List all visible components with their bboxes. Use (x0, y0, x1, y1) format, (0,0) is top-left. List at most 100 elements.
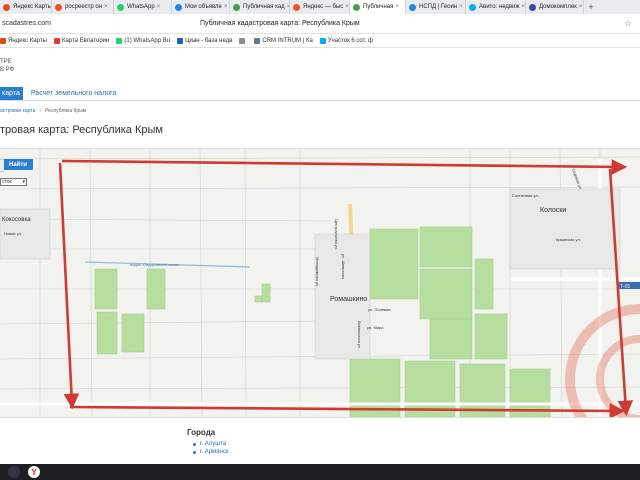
bookmark-label: Участок 6 сот. ф (327, 37, 373, 44)
tab-favicon-icon (175, 3, 182, 11)
nav-item-land-tax[interactable]: Расчет земельного налога (31, 90, 117, 97)
tab-label: Домокомплек (539, 4, 577, 10)
tab-label: Авито: недвиж (479, 4, 520, 10)
bookmark-favicon-icon (239, 37, 246, 44)
bookmark-label: (1) WhatsApp Bu (124, 37, 171, 44)
bookmark-favicon-icon (116, 37, 123, 44)
tab-close-icon[interactable]: × (104, 4, 108, 10)
bookmark-item[interactable]: (1) WhatsApp Bu (116, 37, 171, 44)
map-layer-select-value: сток (2, 179, 12, 185)
url-text[interactable]: scadastres.com (0, 20, 140, 27)
tab-close-icon[interactable]: × (224, 4, 228, 10)
road-number-text: Т-01 (620, 284, 631, 290)
bookmark-item[interactable] (239, 37, 247, 44)
label-street-center: Центральная ул. (334, 219, 339, 250)
site-nav: карта Расчет земельного налога (0, 86, 116, 100)
yandex-browser-icon[interactable]: Y (28, 466, 40, 478)
tab-label: НСПД | Геоин (419, 4, 458, 10)
bookmark-favicon-icon (53, 37, 60, 44)
address-bar[interactable]: scadastres.com Публичная кадастровая кар… (0, 14, 640, 34)
browser-tab[interactable]: НСПД | Геоин × (406, 0, 466, 14)
browser-tab[interactable]: Яндекс — быс × (290, 0, 350, 14)
map-canvas[interactable]: Кокосовка Ромашкино Колоски водох. Сидор… (0, 149, 640, 418)
tab-close-icon[interactable]: × (579, 4, 583, 10)
bookmark-label: Карта Евпатории (61, 37, 110, 44)
bookmark-item[interactable]: Циан - база недв (177, 37, 232, 44)
city-link[interactable]: г. Алушта (193, 440, 228, 448)
label-street-shevchenko: ул. Шевченко (341, 254, 346, 280)
bookmark-item[interactable]: CRM INTRUM | Ка (254, 37, 313, 44)
bullet-icon (193, 450, 196, 454)
cadastral-map[interactable]: Кокосовка Ромашкино Колоски водох. Сидор… (0, 148, 640, 418)
tab-close-icon[interactable]: × (395, 4, 399, 10)
find-button[interactable]: Найти (0, 159, 33, 172)
arrow-left (58, 162, 80, 410)
bookmark-item[interactable]: Карта Евпатории (53, 37, 110, 44)
tab-favicon-icon (469, 3, 476, 11)
label-street-novaya: Новая ул. (4, 231, 22, 236)
tab-close-icon[interactable]: × (521, 4, 525, 10)
cities-heading: Города (187, 428, 216, 437)
nav-divider (0, 100, 640, 101)
label-reservoir: водох. Сидоровский канал (130, 262, 180, 267)
city-link-label[interactable]: г. Алушта (200, 440, 226, 448)
browser-tab[interactable]: Авито: недвиж × (466, 0, 526, 14)
breadcrumb-item-region: Республика Крым (45, 108, 87, 114)
village-blocks (0, 188, 621, 360)
tab-label: росреестр он (65, 4, 103, 10)
arrow-top (61, 159, 628, 175)
label-street-solnechnaya: Солнечная ул. (512, 193, 539, 198)
bookmark-label: Яндекс Карты (8, 37, 47, 44)
breadcrumb-item-map[interactable]: астровая карта (0, 108, 35, 114)
tab-label: Яндекс Карты (13, 4, 52, 10)
browser-tab[interactable]: Мои объявле × (172, 0, 230, 14)
label-village-right: Колоски (540, 207, 566, 214)
bookmarks-bar: Яндекс Карты Карта Евпатории (1) WhatsApp … (0, 34, 640, 48)
breadcrumb-separator: › (39, 108, 42, 114)
breadcrumb: астровая карта › Республика Крым (0, 108, 86, 114)
nav-item-map[interactable]: карта (0, 86, 23, 100)
tab-close-icon[interactable]: × (459, 4, 463, 10)
taskbar-app-icon[interactable] (8, 466, 20, 478)
browser-tab[interactable]: росреестр он × (52, 0, 114, 14)
city-link[interactable]: г. Армянск (193, 448, 228, 456)
label-street-krymskaya: Крымская ул. (556, 237, 581, 242)
map-layer-select[interactable]: сток ▾ (0, 178, 27, 186)
label-village-center: Ромашкино (330, 296, 367, 303)
browser-tab-bar: Яндекс Карты×росреестр он×WhatsApp×Мои о… (0, 0, 640, 14)
bookmark-star-icon[interactable]: ☆ (624, 18, 632, 29)
new-tab-button[interactable]: + (584, 0, 598, 14)
tab-favicon-icon (233, 3, 240, 11)
tab-close-icon[interactable]: × (345, 4, 349, 10)
bookmark-item[interactable]: Яндекс Карты (0, 37, 47, 44)
tab-favicon-icon (3, 3, 10, 11)
bookmark-label: CRM INTRUM | Ка (262, 37, 313, 44)
bookmark-favicon-icon (0, 37, 6, 44)
bookmark-item[interactable]: Участок 6 сот. ф (319, 37, 373, 44)
browser-tab[interactable]: Публичная × (350, 0, 406, 14)
chevron-down-icon: ▾ (22, 179, 25, 185)
tab-favicon-icon (353, 3, 360, 11)
browser-tab[interactable]: Публичная кад × (230, 0, 290, 14)
tab-favicon-icon (409, 3, 416, 11)
cities-section: Города г. Алушта г. Армянск (187, 428, 228, 456)
browser-tab[interactable]: Домокомплек × (526, 0, 584, 14)
tab-label: Публичная (363, 4, 394, 10)
browser-tab[interactable]: WhatsApp × (114, 0, 172, 14)
cities-list: г. Алушта г. Армянск (187, 440, 228, 456)
tab-close-icon[interactable]: × (157, 4, 161, 10)
bookmark-favicon-icon (254, 37, 261, 44)
tab-favicon-icon (55, 3, 62, 11)
watermark-logo (565, 304, 640, 417)
tab-favicon-icon (117, 3, 124, 11)
tab-label: Публичная кад (243, 4, 285, 10)
city-link-label[interactable]: г. Армянск (200, 448, 228, 456)
browser-tab[interactable]: Яндекс Карты× (0, 0, 52, 14)
bookmark-favicon-icon (319, 37, 326, 44)
web-page: ТРЕ В РФ карта Расчет земельного налога … (0, 48, 640, 464)
bookmark-favicon-icon (177, 37, 184, 44)
tab-label: Мои объявле (185, 4, 222, 10)
bullet-icon (193, 442, 196, 446)
label-street-vokzal: Вокзальная ул. (357, 321, 362, 349)
site-logo-text: ТРЕ В РФ (0, 59, 15, 73)
